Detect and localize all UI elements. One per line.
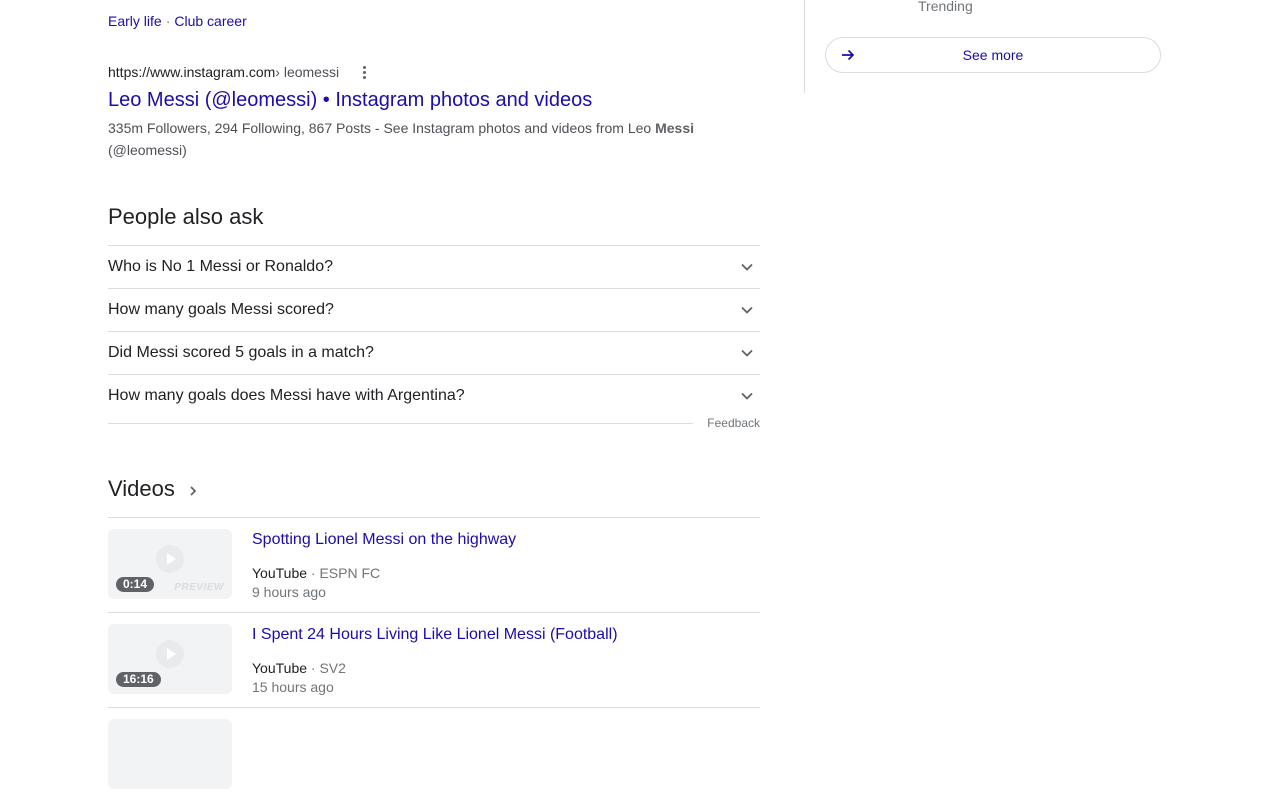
video-timestamp: 9 hours ago: [252, 584, 326, 600]
see-more-label: See more: [962, 47, 1024, 63]
video-source: YouTube · SV2: [252, 660, 346, 676]
feedback-row: Feedback: [108, 416, 760, 430]
sitelinks: Early life · Club career: [108, 12, 247, 30]
divider: [108, 422, 694, 424]
play-icon: [156, 640, 184, 668]
video-thumbnail[interactable]: 16:16: [108, 624, 232, 694]
result-url: https://www.instagram.com: [108, 64, 276, 80]
video-item: 16:16 I Spent 24 Hours Living Like Lione…: [108, 613, 760, 708]
separator-dot: ·: [165, 13, 171, 29]
paa-question-text: How many goals Messi scored?: [108, 301, 334, 318]
video-item-partial: [108, 708, 760, 802]
video-title-link[interactable]: Spotting Lionel Messi on the highway: [252, 530, 516, 550]
paa-question-text: Did Messi scored 5 goals in a match?: [108, 344, 374, 361]
chevron-right-icon: [190, 486, 197, 496]
result-title-link[interactable]: Leo Messi (@leomessi) • Instagram photos…: [108, 87, 760, 113]
chevron-down-icon: [741, 306, 753, 314]
paa-question[interactable]: Did Messi scored 5 goals in a match?: [108, 332, 760, 375]
video-duration: 0:14: [116, 577, 155, 592]
paa-heading: People also ask: [108, 204, 264, 229]
paa-question-text: Who is No 1 Messi or Ronaldo?: [108, 258, 333, 275]
result-breadcrumb: › leomessi: [275, 64, 340, 80]
video-source: YouTube · ESPN FC: [252, 565, 381, 581]
more-options-icon[interactable]: [356, 63, 372, 81]
paa-question[interactable]: Who is No 1 Messi or Ronaldo?: [108, 246, 760, 289]
snippet-text: 335m Followers, 294 Following, 867 Posts…: [108, 120, 656, 136]
paa-question[interactable]: How many goals Messi scored?: [108, 289, 760, 332]
play-icon: [156, 545, 184, 573]
video-channel: ESPN FC: [319, 565, 381, 581]
column-divider: [804, 0, 805, 93]
video-item: 0:14 PREVIEW Spotting Lionel Messi on th…: [108, 518, 760, 613]
videos-heading: Videos: [108, 476, 175, 501]
snippet-highlight: Messi: [655, 120, 694, 136]
video-thumbnail[interactable]: 0:14 PREVIEW: [108, 529, 232, 599]
feedback-link[interactable]: Feedback: [707, 416, 760, 430]
chevron-down-icon: [741, 349, 753, 357]
search-result-instagram: https://www.instagram.com › leomessi Leo…: [108, 62, 760, 161]
paa-question[interactable]: How many goals does Messi have with Arge…: [108, 375, 760, 417]
paa-question-text: How many goals does Messi have with Arge…: [108, 387, 465, 404]
trending-label: Trending: [918, 0, 973, 14]
arrow-right-icon: [842, 49, 855, 61]
video-title-link[interactable]: I Spent 24 Hours Living Like Lionel Mess…: [252, 625, 618, 645]
video-thumbnail[interactable]: [108, 719, 232, 789]
preview-badge: PREVIEW: [174, 582, 224, 593]
video-platform: YouTube: [252, 660, 308, 676]
sitelink-early-life[interactable]: Early life: [108, 13, 162, 29]
videos-heading-link[interactable]: Videos: [108, 474, 201, 504]
video-timestamp: 15 hours ago: [252, 679, 334, 695]
see-more-button[interactable]: See more: [825, 37, 1161, 73]
chevron-down-icon: [741, 392, 753, 400]
result-cite: https://www.instagram.com › leomessi: [108, 62, 760, 82]
video-duration: 16:16: [116, 672, 161, 687]
video-platform: YouTube: [252, 565, 308, 581]
videos-list: 0:14 PREVIEW Spotting Lionel Messi on th…: [108, 517, 760, 802]
video-channel: SV2: [319, 660, 346, 676]
sitelink-club-career[interactable]: Club career: [174, 13, 246, 29]
result-snippet: 335m Followers, 294 Following, 867 Posts…: [108, 117, 760, 161]
people-also-ask: People also ask Who is No 1 Messi or Ron…: [108, 202, 760, 417]
chevron-down-icon: [741, 263, 753, 271]
snippet-handle: (@leomessi): [108, 142, 187, 158]
paa-list: Who is No 1 Messi or Ronaldo? How many g…: [108, 245, 760, 417]
